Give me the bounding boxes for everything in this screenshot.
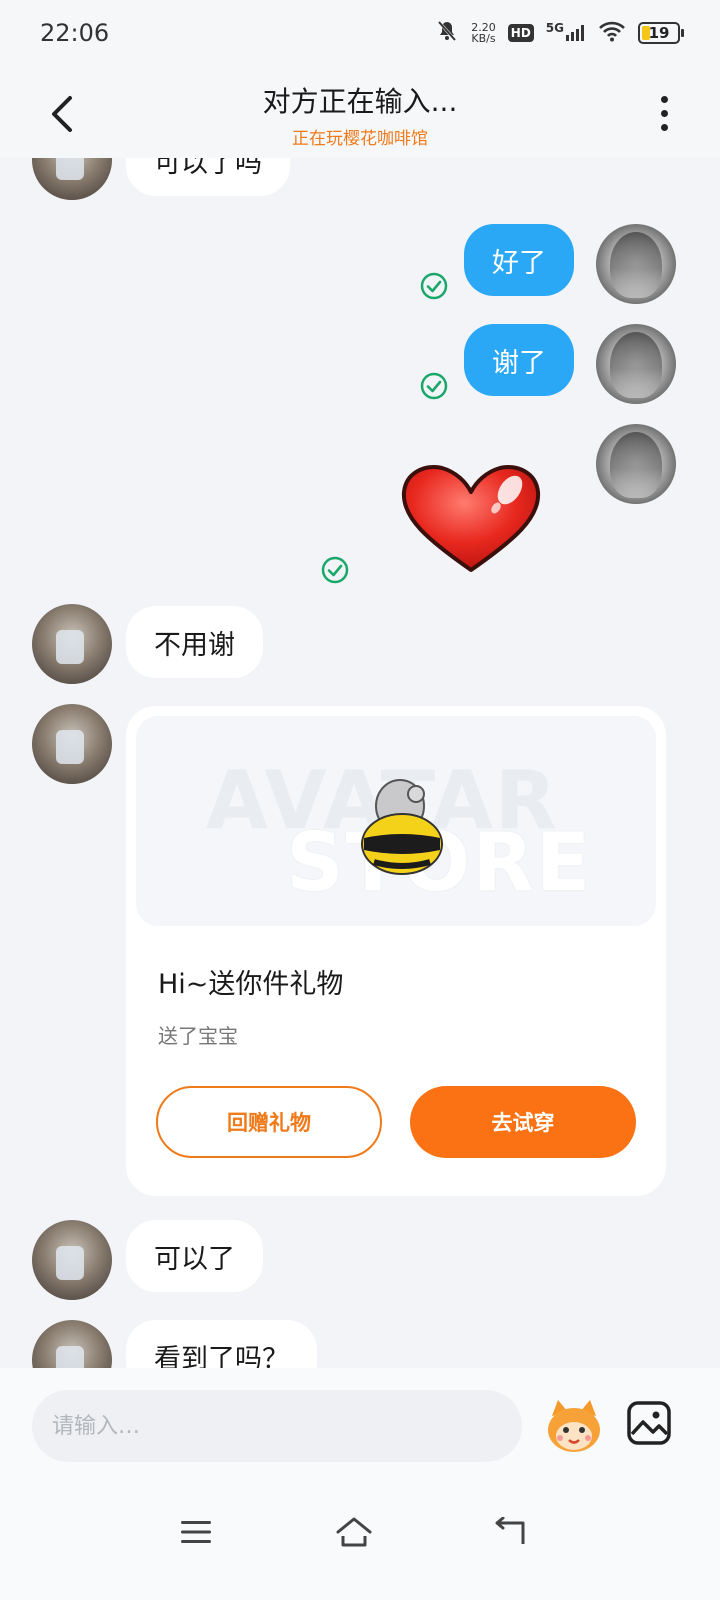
network-type: 5G: [545, 21, 564, 35]
menu-icon: [181, 1521, 211, 1543]
home-icon: [336, 1517, 372, 1547]
sticker-button[interactable]: [544, 1398, 604, 1456]
nav-back-button[interactable]: [488, 1510, 532, 1554]
message-bubble-left[interactable]: 可以了: [126, 1220, 263, 1292]
message-input-bar: [0, 1368, 720, 1480]
dot-icon: [660, 123, 668, 131]
wifi-icon: [598, 20, 626, 46]
bee-costume-icon: [361, 779, 443, 875]
read-check-icon: [420, 272, 448, 300]
message-bubble-right[interactable]: 谢了: [464, 324, 574, 396]
fox-mascot-icon: [548, 1400, 600, 1452]
title-block: 对方正在输入... 正在玩樱花咖啡馆: [0, 80, 720, 149]
read-check-icon: [420, 372, 448, 400]
image-picker-button[interactable]: [626, 1400, 672, 1446]
dot-icon: [660, 95, 668, 103]
nav-home-button[interactable]: [332, 1510, 376, 1554]
net-speed-unit: KB/s: [471, 32, 496, 45]
back-icon: [495, 1517, 525, 1544]
battery-level: 19: [648, 24, 670, 42]
peer-avatar[interactable]: [32, 1320, 112, 1368]
status-icons: 2.20 KB/s HD 5G 19: [435, 19, 684, 47]
peer-avatar[interactable]: [32, 158, 112, 200]
gift-card[interactable]: AVATAR STORE Hi~送你件礼物 送了宝宝 回赠礼物 去试穿: [126, 706, 666, 1196]
message-bubble-left[interactable]: 可以了吗: [126, 158, 290, 196]
status-time: 22:06: [40, 19, 110, 47]
dot-icon: [660, 109, 668, 117]
page-title: 对方正在输入...: [262, 85, 458, 118]
mute-icon: [435, 19, 459, 47]
heart-sticker[interactable]: [398, 460, 544, 576]
my-avatar[interactable]: [596, 424, 676, 504]
gift-subtitle: 送了宝宝: [158, 1024, 238, 1048]
status-bar: 22:06 2.20 KB/s HD 5G 19: [0, 0, 720, 66]
message-bubble-left[interactable]: 看到了吗？: [126, 1320, 317, 1368]
message-bubble-left[interactable]: 不用谢: [126, 606, 263, 678]
chat-message-list[interactable]: 可以了吗 好了 谢了 不用谢 AVATAR STORE: [0, 158, 720, 1368]
gift-banner: AVATAR STORE: [136, 716, 656, 926]
read-check-icon: [321, 556, 349, 584]
more-options-button[interactable]: [644, 88, 684, 138]
system-navigation-bar: [0, 1480, 720, 1600]
return-gift-button[interactable]: 回赠礼物: [156, 1086, 382, 1158]
message-bubble-right[interactable]: 好了: [464, 224, 574, 296]
battery-icon: 19: [638, 22, 684, 44]
gift-title: Hi~送你件礼物: [158, 969, 344, 1000]
my-avatar[interactable]: [596, 324, 676, 404]
peer-activity-status: 正在玩樱花咖啡馆: [292, 129, 428, 149]
nav-menu-button[interactable]: [174, 1510, 218, 1554]
image-icon: [627, 1401, 671, 1445]
try-on-button[interactable]: 去试穿: [410, 1086, 636, 1158]
signal-icon: 5G: [546, 21, 586, 41]
chat-header: 对方正在输入... 正在玩樱花咖啡馆: [0, 66, 720, 158]
hd-badge: HD: [507, 24, 534, 42]
peer-avatar[interactable]: [32, 1220, 112, 1300]
net-speed: 2.20 KB/s: [471, 22, 496, 44]
message-input[interactable]: [32, 1390, 522, 1462]
my-avatar[interactable]: [596, 224, 676, 304]
peer-avatar[interactable]: [32, 604, 112, 684]
peer-avatar[interactable]: [32, 704, 112, 784]
